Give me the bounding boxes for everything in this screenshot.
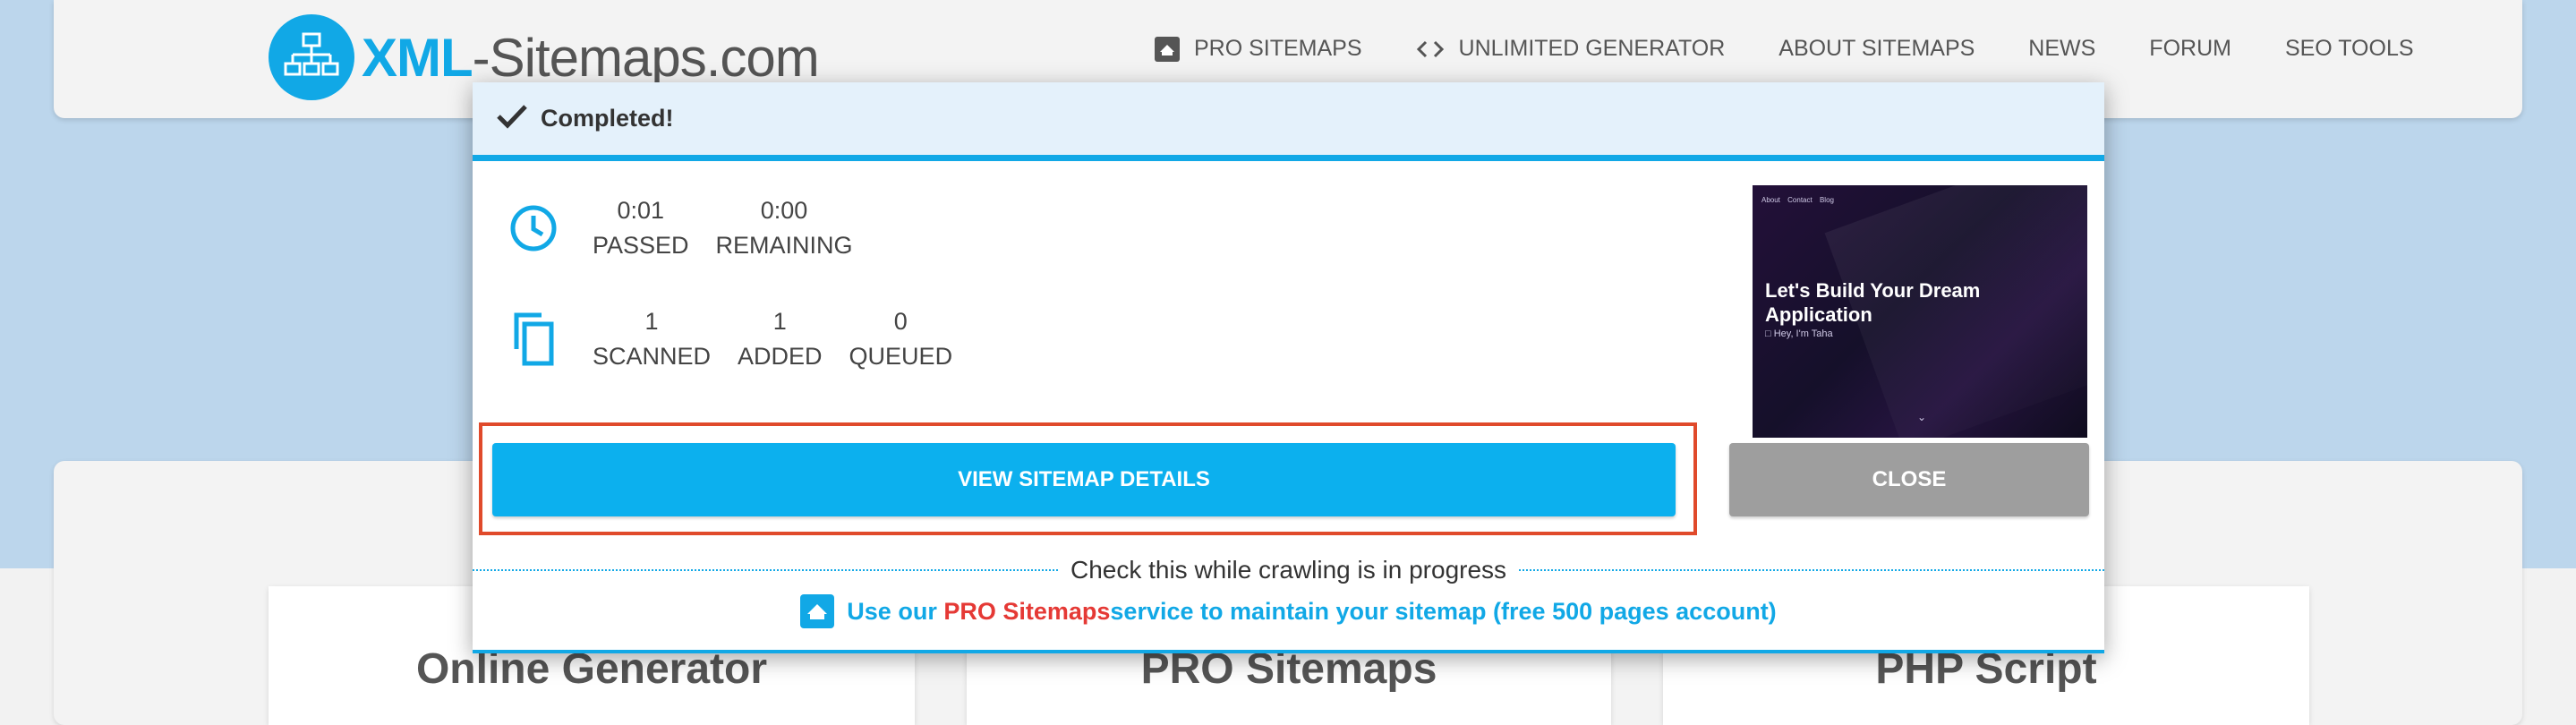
stat-value: 0 bbox=[893, 308, 908, 335]
stat-value: 1 bbox=[644, 308, 659, 335]
stat-label: SCANNED bbox=[593, 343, 712, 370]
page-stats: 1 SCANNED 1 ADDED 0 QUEUED bbox=[507, 308, 979, 371]
nav-label: ABOUT SITEMAPS bbox=[1778, 36, 1975, 61]
card-title: Online Generator bbox=[415, 645, 768, 693]
stat-label: PASSED bbox=[593, 232, 689, 259]
site-preview-thumbnail: About Contact Blog Let's Build Your Drea… bbox=[1753, 185, 2087, 438]
preview-nav-item: Blog bbox=[1819, 196, 1834, 204]
nav-label: PRO SITEMAPS bbox=[1194, 36, 1362, 61]
stat-scanned: 1 SCANNED bbox=[593, 308, 711, 371]
nav-unlimited-generator[interactable]: UNLIMITED GENERATOR bbox=[1416, 36, 1726, 62]
code-icon bbox=[1416, 39, 1445, 59]
clock-icon bbox=[507, 204, 560, 252]
pro-sitemaps-promo[interactable]: Use our PRO Sitemaps service to maintain… bbox=[473, 594, 2104, 628]
checkmark-icon bbox=[496, 103, 528, 134]
stat-added: 1 ADDED bbox=[738, 308, 823, 371]
promo-prefix: Use our bbox=[847, 597, 937, 625]
stat-label: QUEUED bbox=[849, 343, 953, 370]
stat-queued: 0 QUEUED bbox=[849, 308, 953, 371]
stat-value: 1 bbox=[772, 308, 787, 335]
logo-text: XML-Sitemaps.com bbox=[362, 27, 820, 89]
logo-rest: -Sitemaps.com bbox=[472, 27, 820, 88]
modal-status-title: Completed! bbox=[541, 105, 674, 132]
card-title: PHP Script bbox=[1875, 645, 2097, 693]
promo-suffix: service to maintain your sitemap (free 5… bbox=[1110, 597, 1777, 625]
main-nav: PRO SITEMAPS UNLIMITED GENERATOR ABOUT S… bbox=[1155, 36, 2468, 62]
preview-subtitle: □ Hey, I'm Taha bbox=[1765, 328, 1833, 339]
modal-header: Completed! bbox=[473, 82, 2104, 161]
promo-link[interactable]: PRO Sitemaps bbox=[943, 598, 1110, 626]
copy-pages-icon bbox=[507, 311, 560, 367]
stat-label: REMAINING bbox=[715, 232, 853, 259]
nav-label: FORUM bbox=[2149, 36, 2231, 61]
nav-pro-sitemaps[interactable]: PRO SITEMAPS bbox=[1155, 36, 1362, 62]
preview-nav-item: About bbox=[1761, 196, 1780, 204]
progress-divider: Check this while crawling is in progress bbox=[473, 556, 2105, 584]
nav-label: SEO TOOLS bbox=[2284, 36, 2414, 61]
time-stats: 0:01 PASSED 0:00 REMAINING bbox=[507, 197, 880, 260]
divider-text: Check this while crawling is in progress bbox=[1070, 556, 1507, 584]
divider-line bbox=[1519, 569, 2105, 571]
preview-nav-item: Contact bbox=[1787, 196, 1813, 204]
nav-label: NEWS bbox=[2028, 36, 2096, 61]
stat-remaining: 0:00 REMAINING bbox=[716, 197, 853, 260]
preview-chevron-icon: ⌄ bbox=[1917, 411, 1927, 423]
pro-sitemaps-icon bbox=[800, 594, 835, 628]
view-sitemap-details-button[interactable]: VIEW SITEMAP DETAILS bbox=[492, 443, 1676, 516]
sitemap-tree-icon bbox=[269, 14, 354, 100]
stat-passed: 0:01 PASSED bbox=[593, 197, 689, 260]
preview-heading: Let's Build Your Dream Application bbox=[1765, 279, 1981, 326]
card-title: PRO Sitemaps bbox=[1140, 645, 1437, 693]
close-button[interactable]: CLOSE bbox=[1729, 443, 2089, 516]
nav-forum[interactable]: FORUM bbox=[2149, 36, 2231, 62]
divider-line bbox=[473, 569, 1058, 571]
stat-value: 0:01 bbox=[617, 197, 665, 224]
pro-sitemaps-icon bbox=[1155, 36, 1180, 62]
logo-xml: XML bbox=[362, 27, 473, 88]
crawl-progress-modal: Completed! 0:01 PASSED 0:00 REMAINING 1 … bbox=[473, 82, 2105, 653]
nav-seo-tools[interactable]: SEO TOOLS bbox=[2285, 36, 2414, 62]
nav-about-sitemaps[interactable]: ABOUT SITEMAPS bbox=[1778, 36, 1975, 62]
stat-label: ADDED bbox=[738, 343, 823, 370]
nav-label: UNLIMITED GENERATOR bbox=[1458, 36, 1726, 61]
nav-news[interactable]: NEWS bbox=[2028, 36, 2095, 62]
preview-nav: About Contact Blog bbox=[1761, 196, 1839, 204]
stat-value: 0:00 bbox=[760, 197, 808, 224]
